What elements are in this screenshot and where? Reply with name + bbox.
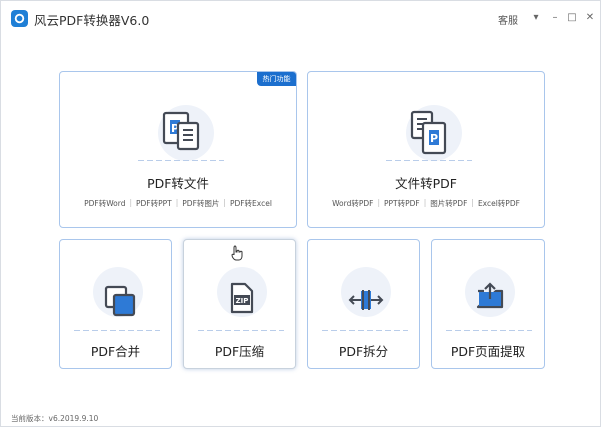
subitem-pdf-to-excel[interactable]: PDF转Excel xyxy=(230,198,272,209)
subitem-word-to-pdf[interactable]: Word转PDF xyxy=(332,198,373,209)
pdf-to-file-card[interactable]: 热门功能 P PDF转文件 PDF转Word | PDF转PPT | PDF转图片 |… xyxy=(59,71,297,228)
pdf-extract-card[interactable]: PDF页面提取 xyxy=(431,239,545,369)
extract-icon xyxy=(476,282,504,309)
decorative-dashed-line xyxy=(322,330,408,331)
pdf-to-file-icon: P xyxy=(162,111,200,151)
subitem-excel-to-pdf[interactable]: Excel转PDF xyxy=(478,198,520,209)
pdf-split-card[interactable]: PDF拆分 xyxy=(307,239,420,369)
file-to-pdf-subitems: Word转PDF | PPT转PDF | 图片转PDF | Excel转PDF xyxy=(332,198,520,209)
subitem-image-to-pdf[interactable]: 图片转PDF xyxy=(430,198,467,209)
hand-cursor-icon xyxy=(231,245,243,261)
decorative-dashed-line xyxy=(74,330,160,331)
subitem-pdf-to-ppt[interactable]: PDF转PPT xyxy=(136,198,172,209)
split-icon xyxy=(348,290,384,310)
pdf-compress-title: PDF压缩 xyxy=(214,344,265,359)
pdf-to-file-subitems: PDF转Word | PDF转PPT | PDF转图片 | PDF转Excel xyxy=(84,198,272,209)
pdf-to-file-title: PDF转文件 xyxy=(147,176,209,191)
file-to-pdf-title: 文件转PDF xyxy=(395,176,457,191)
dropdown-menu-button[interactable]: ▾ xyxy=(529,9,543,25)
decorative-dashed-line xyxy=(446,330,532,331)
zip-file-icon: ZIP xyxy=(230,282,254,314)
minimize-button[interactable]: – xyxy=(548,9,562,25)
app-title: 风云PDF转换器V6.0 xyxy=(34,13,150,28)
file-to-pdf-icon: P xyxy=(410,110,447,155)
subitem-ppt-to-pdf[interactable]: PPT转PDF xyxy=(384,198,420,209)
file-to-pdf-card[interactable]: P 文件转PDF Word转PDF | PPT转PDF | 图片转PDF | Exce… xyxy=(307,71,545,228)
subitem-pdf-to-image[interactable]: PDF转图片 xyxy=(182,198,219,209)
svg-text:P: P xyxy=(430,132,438,145)
pdf-extract-title: PDF页面提取 xyxy=(450,344,526,359)
pdf-merge-title: PDF合并 xyxy=(90,344,141,359)
decorative-dashed-line xyxy=(138,160,224,161)
decorative-dashed-line xyxy=(386,160,472,161)
version-status: 当前版本：v6.2019.9.10 xyxy=(11,414,99,423)
close-button[interactable]: ✕ xyxy=(583,9,597,25)
decorative-dashed-line xyxy=(198,330,284,331)
customer-service-button[interactable]: 客服 xyxy=(498,12,518,27)
maximize-button[interactable]: □ xyxy=(565,9,579,25)
pdf-split-title: PDF拆分 xyxy=(338,344,389,359)
hot-feature-badge: 热门功能 xyxy=(257,72,296,86)
subitem-pdf-to-word[interactable]: PDF转Word xyxy=(84,198,125,209)
pdf-merge-card[interactable]: PDF合并 xyxy=(59,239,172,369)
title-bar: 风云PDF转换器V6.0 客服 ▾ – □ ✕ xyxy=(1,1,600,35)
app-window: 风云PDF转换器V6.0 客服 ▾ – □ ✕ 热门功能 P PDF转文件 PD… xyxy=(0,0,601,427)
merge-icon xyxy=(104,285,136,317)
app-logo-icon xyxy=(11,10,28,27)
svg-text:ZIP: ZIP xyxy=(236,297,249,305)
